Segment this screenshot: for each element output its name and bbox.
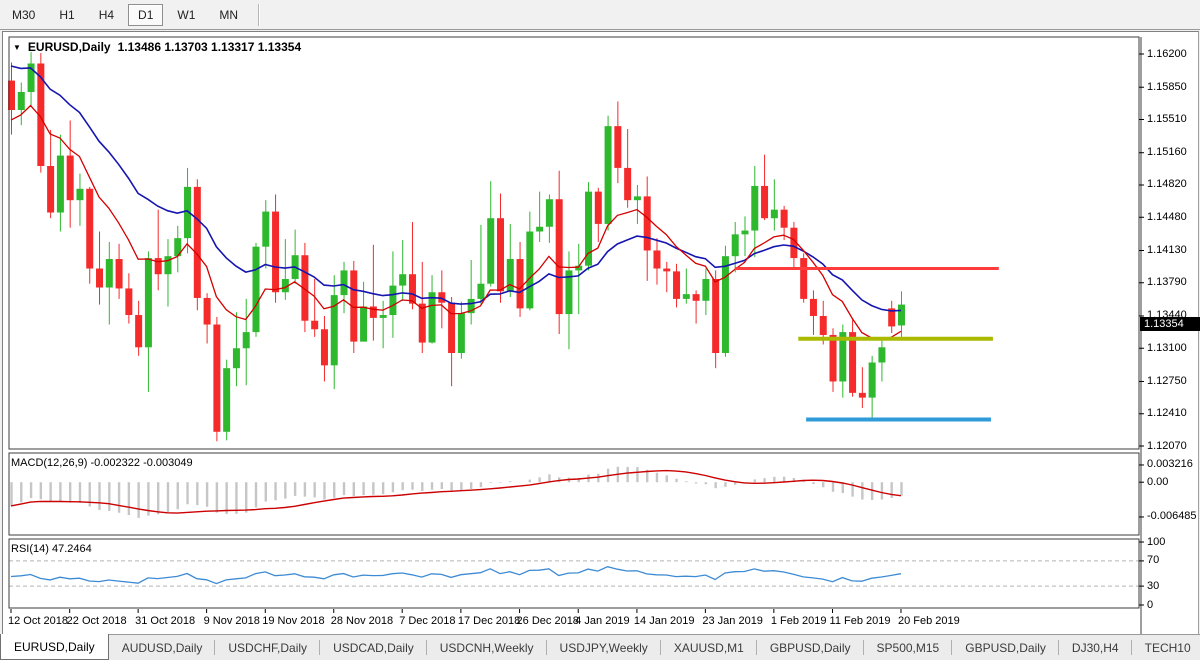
chart-tab-usdjpy-weekly[interactable]: USDJPY,Weekly bbox=[547, 635, 661, 660]
chart-title: ▼ EURUSD,Daily 1.13486 1.13703 1.13317 1… bbox=[13, 40, 301, 54]
chart-tab-sp500-m15[interactable]: SP500,M15 bbox=[864, 635, 953, 660]
chart-ohlc-values: 1.13486 1.13703 1.13317 1.13354 bbox=[118, 40, 302, 54]
chart-symbol-label: EURUSD,Daily bbox=[28, 40, 111, 54]
chart-tab-gbpusd-daily[interactable]: GBPUSD,Daily bbox=[952, 635, 1059, 660]
rsi-line bbox=[11, 567, 901, 584]
candlestick-series bbox=[8, 52, 905, 441]
symbol-dropdown-icon[interactable]: ▼ bbox=[13, 43, 21, 52]
chart-canvas[interactable] bbox=[3, 32, 1198, 636]
chart-tab-audusd-daily[interactable]: AUDUSD,Daily bbox=[109, 635, 216, 660]
timeframe-button-d1[interactable]: D1 bbox=[128, 4, 163, 26]
timeframe-button-h1[interactable]: H1 bbox=[49, 4, 84, 26]
chart-tab-usdchf-daily[interactable]: USDCHF,Daily bbox=[215, 635, 320, 660]
toolbar-separator bbox=[258, 4, 259, 26]
chart-tab-eurusd-daily[interactable]: EURUSD,Daily bbox=[0, 634, 109, 660]
timeframe-button-mn[interactable]: MN bbox=[209, 4, 248, 26]
timeframe-button-w1[interactable]: W1 bbox=[167, 4, 205, 26]
chart-tab-tech10[interactable]: TECH10 bbox=[1132, 635, 1200, 660]
macd-signal-line bbox=[11, 471, 901, 513]
chart-tab-bar: EURUSD,DailyAUDUSD,DailyUSDCHF,DailyUSDC… bbox=[0, 634, 1200, 660]
current-price-badge: 1.13354 bbox=[1140, 317, 1200, 331]
timeframe-button-h4[interactable]: H4 bbox=[89, 4, 124, 26]
chart-tab-dj30-h4[interactable]: DJ30,H4 bbox=[1059, 635, 1132, 660]
macd-indicator-title: MACD(12,26,9) -0.002322 -0.003049 bbox=[11, 457, 193, 469]
timeframe-button-m30[interactable]: M30 bbox=[2, 4, 45, 26]
chart-tab-gbpusd-daily[interactable]: GBPUSD,Daily bbox=[757, 635, 864, 660]
chart-tab-usdcnh-weekly[interactable]: USDCNH,Weekly bbox=[427, 635, 547, 660]
timeframe-toolbar: M30H1H4D1W1MN bbox=[0, 0, 1200, 30]
axis-ticks bbox=[11, 54, 1144, 613]
ma_fast-line bbox=[11, 106, 901, 340]
chart-tab-usdcad-daily[interactable]: USDCAD,Daily bbox=[320, 635, 427, 660]
rsi-indicator-title: RSI(14) 47.2464 bbox=[11, 543, 92, 555]
chart-tab-xauusd-m1[interactable]: XAUUSD,M1 bbox=[661, 635, 757, 660]
chart-window[interactable]: ▼ EURUSD,Daily 1.13486 1.13703 1.13317 1… bbox=[2, 31, 1199, 637]
